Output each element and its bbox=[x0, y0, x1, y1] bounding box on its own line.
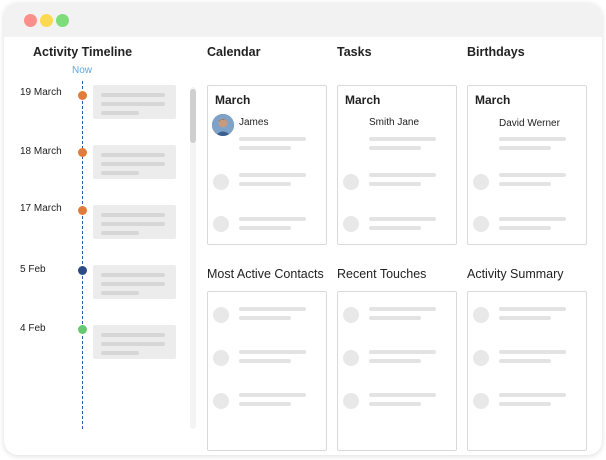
activity-summary-title: Activity Summary bbox=[467, 267, 564, 281]
tasks-card[interactable]: March Smith Jane bbox=[337, 85, 457, 245]
timeline-activity-card[interactable] bbox=[93, 85, 176, 119]
timeline-activity-card[interactable] bbox=[93, 145, 176, 179]
recent-touches-card[interactable] bbox=[337, 291, 457, 451]
most-active-contacts-title: Most Active Contacts bbox=[207, 267, 324, 281]
most-active-contacts-card[interactable] bbox=[207, 291, 327, 451]
calendar-month: March bbox=[215, 93, 251, 107]
timeline-dot bbox=[78, 148, 87, 157]
calendar-card[interactable]: March James bbox=[207, 85, 327, 245]
timeline-line bbox=[82, 81, 83, 429]
timeline-dot bbox=[78, 266, 87, 275]
activity-timeline-title: Activity Timeline bbox=[33, 45, 133, 59]
timeline-date: 4 Feb bbox=[20, 323, 46, 334]
birthdays-month: March bbox=[475, 93, 511, 107]
timeline-activity-card[interactable] bbox=[93, 325, 176, 359]
timeline-scrollbar-thumb[interactable] bbox=[190, 89, 196, 143]
recent-touches-title: Recent Touches bbox=[337, 267, 427, 281]
maximize-window-button[interactable] bbox=[56, 14, 69, 27]
calendar-title: Calendar bbox=[207, 45, 261, 59]
app-window: Activity Timeline Now 19 March 18 March … bbox=[4, 3, 602, 455]
timeline-date: 18 March bbox=[20, 146, 62, 157]
close-window-button[interactable] bbox=[24, 14, 37, 27]
now-label: Now bbox=[72, 65, 93, 76]
tasks-title: Tasks bbox=[337, 45, 372, 59]
birthdays-card[interactable]: March David Werner bbox=[467, 85, 587, 245]
birthdays-title: Birthdays bbox=[467, 45, 525, 59]
timeline-activity-card[interactable] bbox=[93, 205, 176, 239]
tasks-month: March bbox=[345, 93, 381, 107]
timeline-dot bbox=[78, 325, 87, 334]
contact-name: David Werner bbox=[499, 118, 560, 129]
timeline-date: 5 Feb bbox=[20, 264, 46, 275]
activity-summary-card[interactable] bbox=[467, 291, 587, 451]
avatar bbox=[212, 114, 234, 136]
contact-name: James bbox=[239, 117, 269, 128]
timeline-date: 19 March bbox=[20, 87, 62, 98]
title-bar bbox=[4, 3, 602, 37]
timeline-dot bbox=[78, 206, 87, 215]
contact-name: Smith Jane bbox=[369, 117, 420, 128]
minimize-window-button[interactable] bbox=[40, 14, 53, 27]
timeline-dot bbox=[78, 91, 87, 100]
timeline-activity-card[interactable] bbox=[93, 265, 176, 299]
timeline-date: 17 March bbox=[20, 203, 62, 214]
